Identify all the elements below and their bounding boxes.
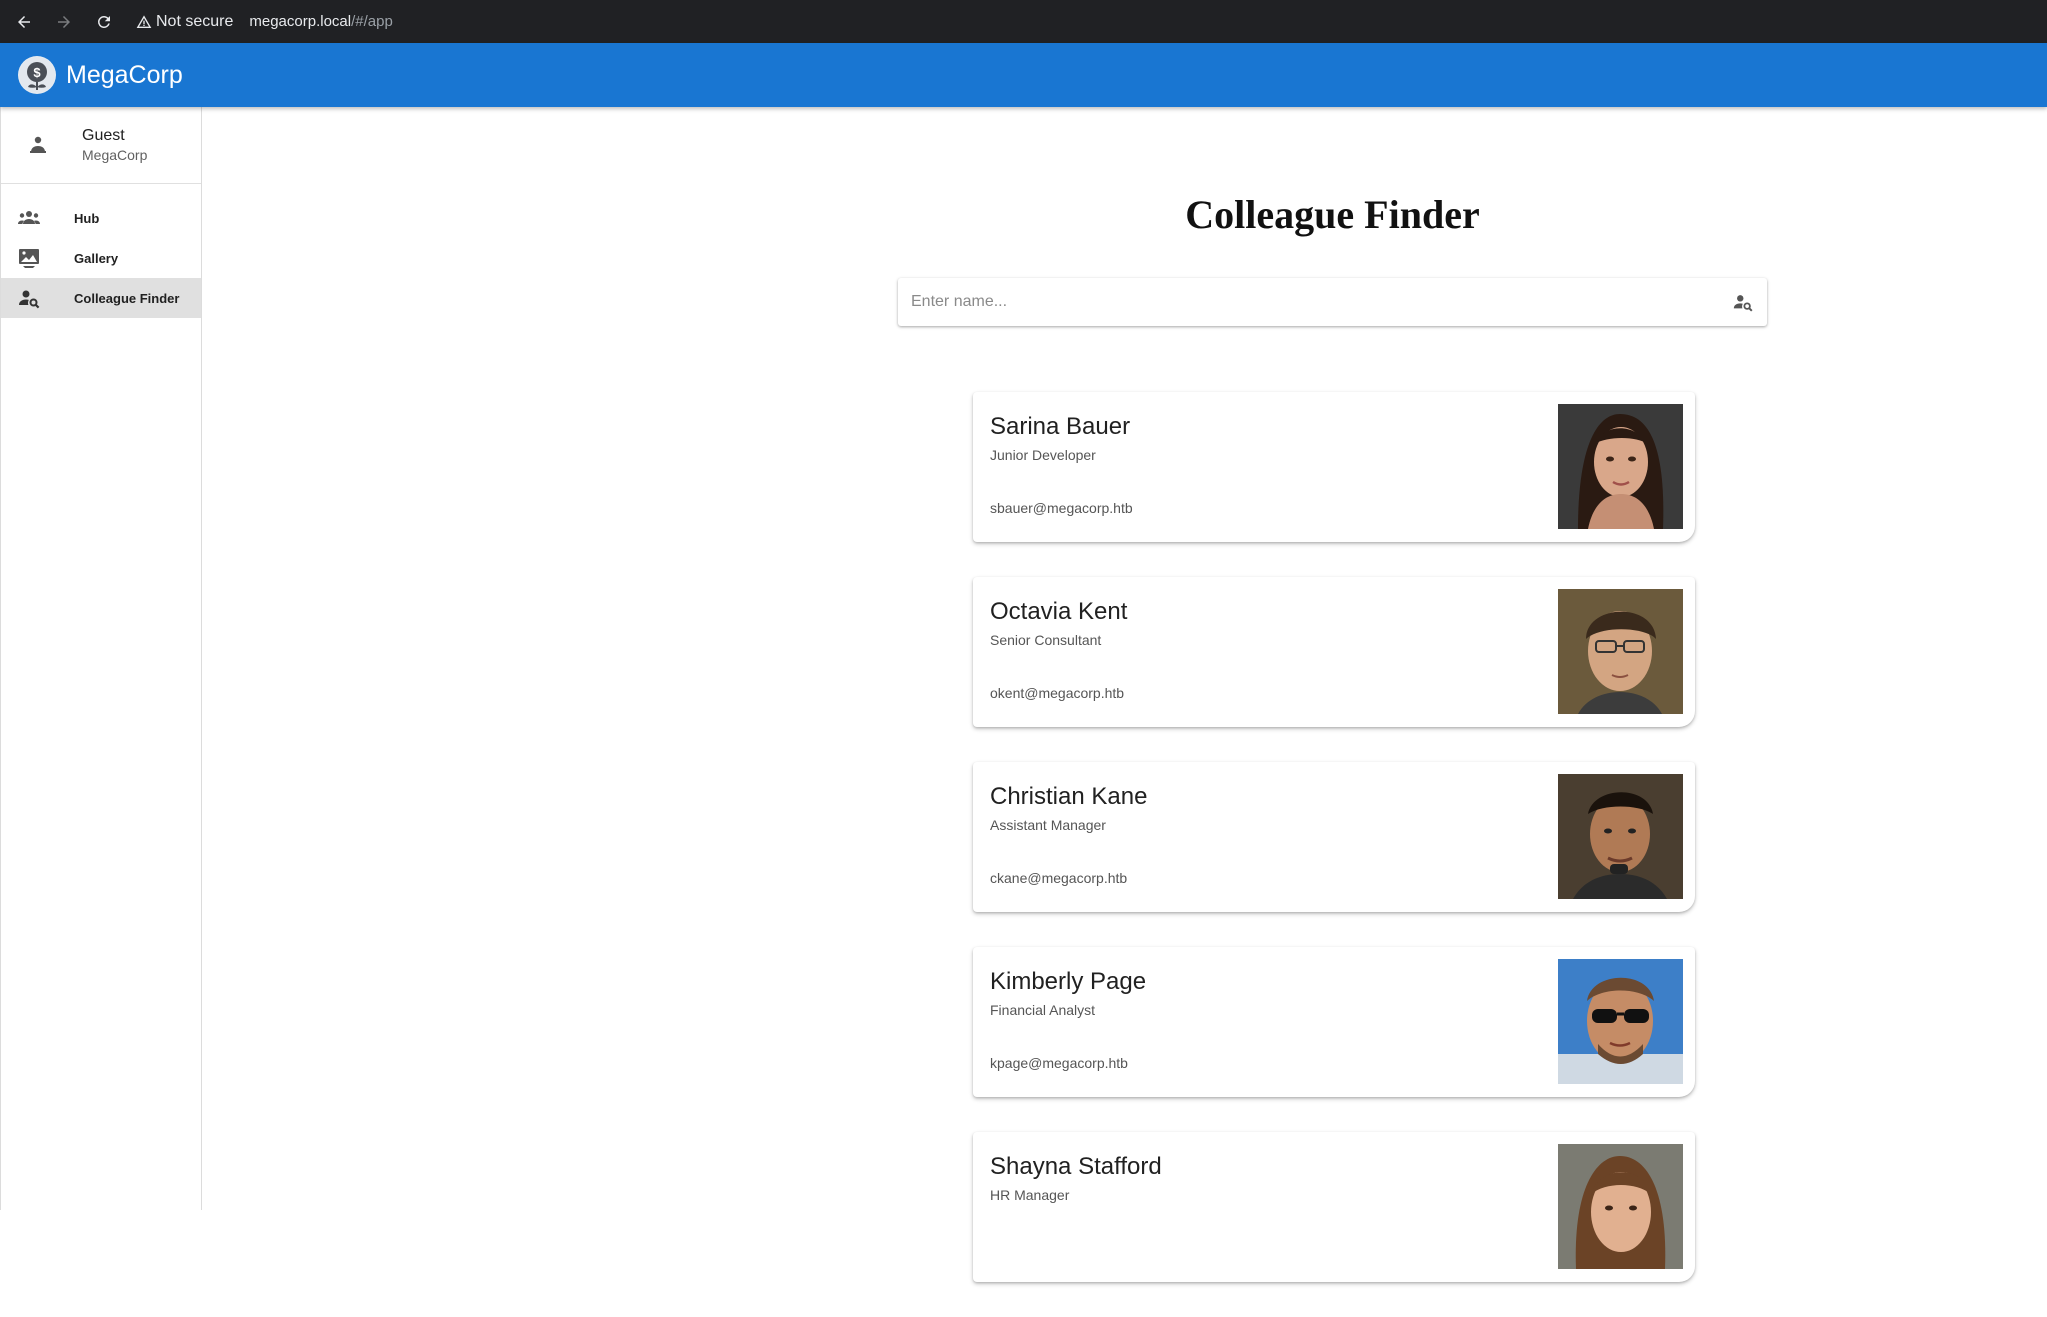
colleague-role: Financial Analyst xyxy=(990,1002,1096,1018)
colleague-role: Senior Consultant xyxy=(990,632,1102,648)
colleague-photo xyxy=(1558,959,1683,1084)
forward-button[interactable] xyxy=(46,4,82,40)
browser-toolbar: Not secure megacorp.local/#/app xyxy=(0,0,2047,43)
warning-icon xyxy=(136,14,152,28)
colleague-card[interactable]: Shayna Stafford HR Manager xyxy=(973,1132,1695,1282)
address-bar[interactable]: megacorp.local/#/app xyxy=(249,13,392,30)
colleague-photo xyxy=(1558,1144,1683,1269)
security-indicator[interactable]: Not secure xyxy=(136,13,233,31)
sidebar-item-label: Colleague Finder xyxy=(74,290,180,306)
svg-text:$: $ xyxy=(33,65,41,80)
main-content: Colleague Finder Sarina Bauer Junior Dev… xyxy=(203,107,2047,1282)
colleague-photo xyxy=(1558,404,1683,529)
colleague-role: HR Manager xyxy=(990,1187,1070,1203)
url-host: megacorp.local xyxy=(249,13,352,30)
search-box xyxy=(898,278,1767,326)
user-icon xyxy=(26,133,50,157)
user-name: Guest xyxy=(82,127,125,144)
megacorp-logo[interactable]: $ xyxy=(18,56,56,94)
colleague-email: okent@megacorp.htb xyxy=(990,685,1125,701)
back-button[interactable] xyxy=(6,4,42,40)
colleague-name: Kimberly Page xyxy=(990,968,1147,995)
colleague-card[interactable]: Christian Kane Assistant Manager ckane@m… xyxy=(973,762,1695,912)
colleague-card[interactable]: Octavia Kent Senior Consultant okent@meg… xyxy=(973,577,1695,727)
url-path: /#/app xyxy=(351,13,393,30)
colleague-list: Sarina Bauer Junior Developer sbauer@meg… xyxy=(973,392,1695,1317)
colleague-photo xyxy=(1558,774,1683,899)
user-org: MegaCorp xyxy=(82,147,148,163)
colleague-photo xyxy=(1558,589,1683,714)
sidebar: Guest MegaCorp Hub Gallery Colleague Fin… xyxy=(0,107,202,1210)
colleague-card[interactable]: Kimberly Page Financial Analyst kpage@me… xyxy=(973,947,1695,1097)
gallery-icon xyxy=(17,246,41,270)
app-title: MegaCorp xyxy=(66,60,183,89)
colleague-name: Shayna Stafford xyxy=(990,1153,1162,1180)
person-search-icon[interactable] xyxy=(1731,290,1755,314)
app-bar: $ MegaCorp xyxy=(0,43,2047,107)
colleague-name: Octavia Kent xyxy=(990,598,1128,625)
search-input[interactable] xyxy=(898,292,1731,312)
security-label: Not secure xyxy=(156,12,234,30)
people-icon xyxy=(17,206,41,230)
sidebar-item-label: Hub xyxy=(74,210,100,226)
reload-button[interactable] xyxy=(86,4,122,40)
sidebar-item-label: Gallery xyxy=(74,250,119,266)
sidebar-item-gallery[interactable]: Gallery xyxy=(1,238,201,278)
sidebar-item-hub[interactable]: Hub xyxy=(1,198,201,238)
arrow-left-icon xyxy=(18,15,30,28)
colleague-email: ckane@megacorp.htb xyxy=(990,870,1128,886)
person-search-icon xyxy=(17,286,41,310)
colleague-card[interactable]: Sarina Bauer Junior Developer sbauer@meg… xyxy=(973,392,1695,542)
dollar-plant-icon: $ xyxy=(19,57,55,93)
colleague-role: Junior Developer xyxy=(990,447,1096,463)
colleague-email: kpage@megacorp.htb xyxy=(990,1055,1128,1071)
colleague-name: Christian Kane xyxy=(990,783,1148,810)
colleague-role: Assistant Manager xyxy=(990,817,1106,833)
user-info: Guest MegaCorp xyxy=(1,107,201,184)
sidebar-item-colleague-finder[interactable]: Colleague Finder xyxy=(1,278,201,318)
page-title: Colleague Finder xyxy=(1185,192,1480,237)
colleague-name: Sarina Bauer xyxy=(990,413,1131,440)
arrow-right-icon xyxy=(58,15,70,28)
reload-icon xyxy=(97,15,110,28)
colleague-email: sbauer@megacorp.htb xyxy=(990,500,1133,516)
